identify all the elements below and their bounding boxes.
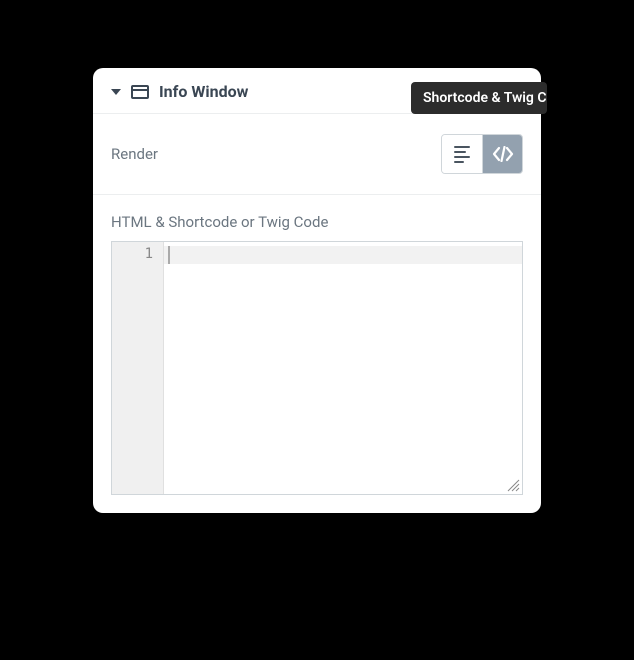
editor-content[interactable] [164, 242, 522, 494]
window-icon [131, 85, 149, 99]
render-mode-toggle [441, 134, 523, 174]
collapse-triangle-icon [111, 89, 121, 95]
panel-title: Info Window [159, 82, 248, 101]
code-mode-button[interactable] [482, 135, 522, 173]
resize-handle-icon[interactable] [506, 478, 520, 492]
code-icon [492, 146, 514, 162]
cursor [168, 246, 170, 264]
info-window-panel: Info Window Shortcode & Twig C Render HT… [93, 68, 541, 513]
render-label: Render [111, 145, 158, 163]
text-lines-icon [454, 146, 470, 163]
text-mode-button[interactable] [442, 135, 482, 173]
code-editor-label: HTML & Shortcode or Twig Code [111, 213, 523, 231]
code-section: HTML & Shortcode or Twig Code 1 [93, 195, 541, 513]
tooltip: Shortcode & Twig C [411, 82, 547, 114]
line-number: 1 [112, 246, 153, 262]
line-number-gutter: 1 [112, 242, 164, 494]
render-row: Shortcode & Twig C Render [93, 114, 541, 195]
code-editor[interactable]: 1 [111, 241, 523, 495]
active-line-highlight [164, 246, 522, 264]
